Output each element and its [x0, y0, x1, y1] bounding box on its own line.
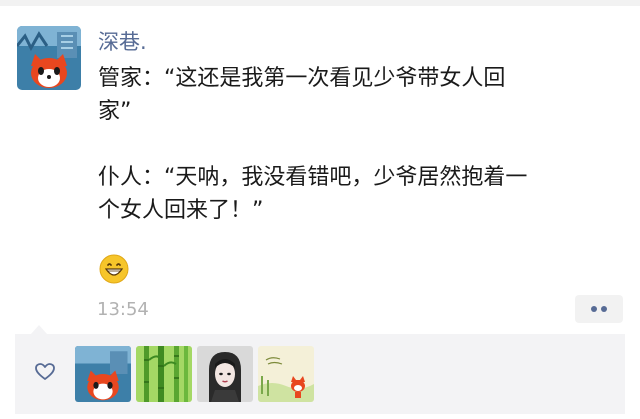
post-line: 仆人：“天呐，我没看错吧，少爷居然抱着一: [98, 165, 528, 190]
likes-pointer: [31, 325, 47, 334]
grinning-emoji-icon: [99, 254, 129, 284]
like-avatar-girl[interactable]: [197, 346, 253, 402]
post-line: 管家：“这还是我第一次看见少爷带女人回: [98, 66, 506, 91]
poster-avatar[interactable]: [17, 26, 81, 90]
post-text: 管家：“这还是我第一次看见少爷带女人回 家” 仆人：“天呐，我没看错吧，少爷居然…: [98, 62, 618, 227]
post-line: 家”: [98, 99, 132, 124]
like-avatar-fox[interactable]: [75, 346, 131, 402]
more-dots-icon: [591, 306, 607, 312]
like-avatar-illustration[interactable]: [258, 346, 314, 402]
like-avatar-bamboo[interactable]: [136, 346, 192, 402]
more-button[interactable]: [575, 295, 623, 323]
post-time: 13:54: [97, 299, 149, 320]
top-divider: [0, 0, 640, 6]
heart-outline-icon: [34, 361, 56, 383]
likes-panel: [15, 334, 625, 414]
post-line: 个女人回来了！”: [98, 198, 264, 223]
poster-username[interactable]: 深巷.: [98, 26, 147, 56]
